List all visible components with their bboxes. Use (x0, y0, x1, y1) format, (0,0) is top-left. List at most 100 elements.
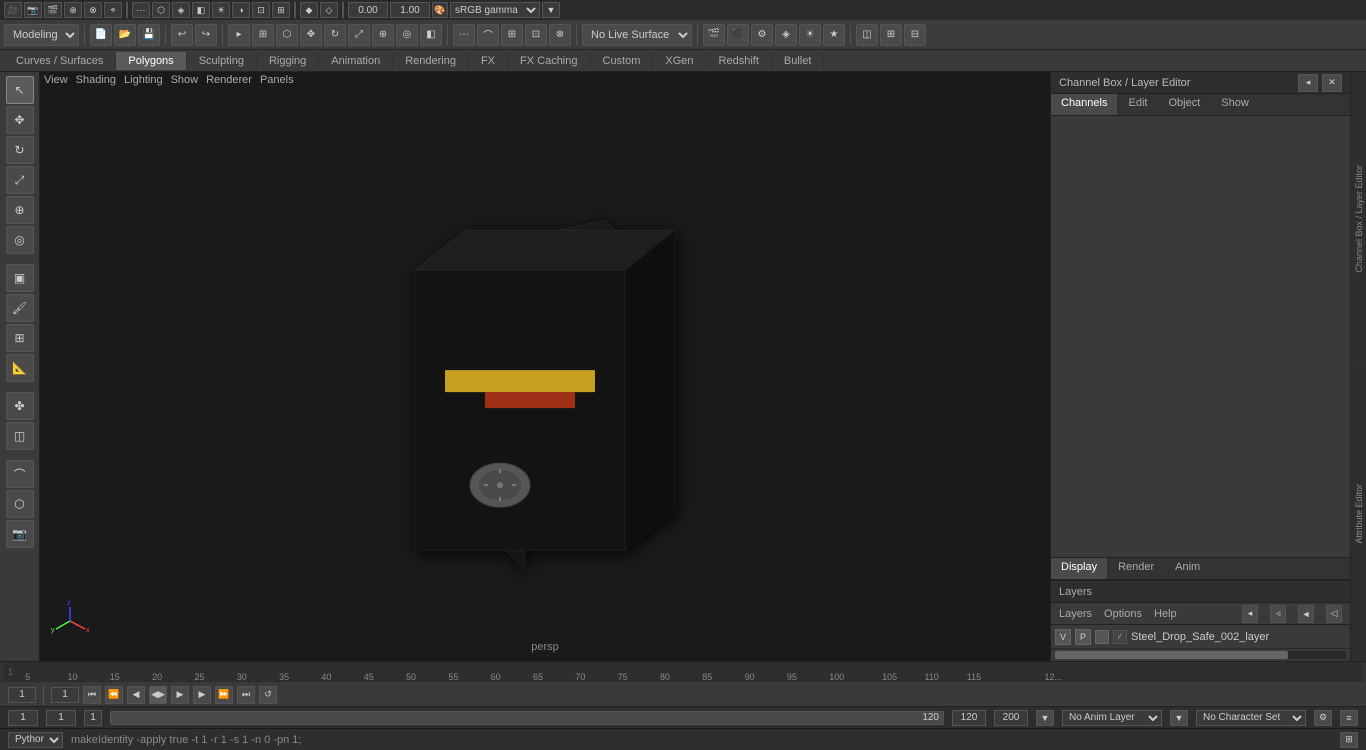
timeline-ruler[interactable]: 1 5 10 15 20 25 30 35 40 45 50 55 60 65 … (0, 662, 1366, 682)
light-editor-button[interactable]: ☀ (799, 24, 821, 46)
snap-grid-button[interactable]: ⋯ (453, 24, 475, 46)
layers-menu-layers[interactable]: Layers (1059, 608, 1092, 620)
snap-point-button[interactable]: ⊞ (501, 24, 523, 46)
play-forward-button[interactable]: ▶ (171, 686, 189, 704)
tab-rendering[interactable]: Rendering (393, 52, 469, 70)
gamma-input[interactable]: 1.00 (390, 2, 430, 18)
tab-animation[interactable]: Animation (319, 52, 393, 70)
snap-together-button[interactable]: ⊞ (6, 324, 34, 352)
tab-show[interactable]: Show (1211, 94, 1260, 115)
tab-rigging[interactable]: Rigging (257, 52, 319, 70)
tab-sculpting[interactable]: Sculpting (187, 52, 257, 70)
char-set-btn2[interactable]: ≡ (1340, 710, 1358, 726)
step-back-button[interactable]: ⏪ (105, 686, 123, 704)
char-set-expand[interactable]: ▼ (1170, 710, 1188, 726)
show-manipulator-button[interactable]: ✤ (6, 392, 34, 420)
workspace-dropdown[interactable]: Modeling (4, 24, 79, 46)
layers-menu-help[interactable]: Help (1154, 608, 1177, 620)
vp-tb-xray[interactable]: ⊡ (252, 2, 270, 18)
snap-curve-button[interactable]: ⌒ (477, 24, 499, 46)
channel-box-edge-label[interactable]: Channel Box / Layer Editor (1351, 72, 1366, 366)
attribute-editor-edge-label[interactable]: Attribute Editor (1351, 366, 1366, 661)
layer-help-btn[interactable]: ◁ (1326, 605, 1342, 623)
layout-btn3[interactable]: ⊟ (904, 24, 926, 46)
render-button[interactable]: 🎬 (703, 24, 725, 46)
vp-tb-smooth[interactable]: ◈ (172, 2, 190, 18)
open-file-button[interactable]: 📂 (114, 24, 136, 46)
layers-scrollbar[interactable] (1055, 651, 1346, 659)
layer-visible-toggle[interactable]: V (1055, 629, 1071, 645)
save-file-button[interactable]: 💾 (138, 24, 160, 46)
ipr-button[interactable]: ⬛ (727, 24, 749, 46)
rotate-tool-left-button[interactable]: ↻ (6, 136, 34, 164)
universal-tool-button[interactable]: ⊕ (372, 24, 394, 46)
char-set-dropdown[interactable]: No Character Set (1196, 710, 1306, 726)
script-editor-btn[interactable]: ⊞ (1340, 732, 1358, 748)
script-type-dropdown[interactable]: Python (8, 732, 63, 748)
tab-xgen[interactable]: XGen (653, 52, 706, 70)
vp-tb-cam1[interactable]: 🎥 (4, 2, 22, 18)
tab-fx-caching[interactable]: FX Caching (508, 52, 590, 70)
move-tool-left-button[interactable]: ✥ (6, 106, 34, 134)
snap-live-button[interactable]: ⊗ (549, 24, 571, 46)
char-set-btn1[interactable]: ⚙ (1314, 710, 1332, 726)
play-back-button[interactable]: ◀▶ (149, 686, 167, 704)
vp-tb-texture[interactable]: ◧ (192, 2, 210, 18)
paint-select-button[interactable]: ⬡ (276, 24, 298, 46)
vp-tb-shadow[interactable]: ◑ (232, 2, 250, 18)
camera-button[interactable]: 📷 (6, 520, 34, 548)
exposure-input[interactable]: 0.00 (348, 2, 388, 18)
rotate-tool-button[interactable]: ↻ (324, 24, 346, 46)
go-start-button[interactable]: ⏮ (83, 686, 101, 704)
soft-select-button[interactable]: ◎ (396, 24, 418, 46)
range-slider[interactable]: 120 (110, 711, 944, 725)
tab-custom[interactable]: Custom (591, 52, 654, 70)
universal-tool-left-button[interactable]: ⊕ (6, 196, 34, 224)
panel-btn1[interactable]: ◂ (1298, 74, 1318, 92)
tab-channels[interactable]: Channels (1051, 94, 1118, 115)
tab-curves-surfaces[interactable]: Curves / Surfaces (4, 52, 116, 70)
scale-tool-left-button[interactable]: ⤢ (6, 166, 34, 194)
layer-type-btn[interactable]: ∕ (1113, 630, 1127, 644)
tab-polygons[interactable]: Polygons (116, 52, 186, 70)
redo-button[interactable]: ↪ (195, 24, 217, 46)
loop-button[interactable]: ↺ (259, 686, 277, 704)
viewport-menu-shading[interactable]: Shading (76, 74, 116, 86)
paint-ops-button[interactable]: 🖌 (6, 294, 34, 322)
render-settings-button[interactable]: ⚙ (751, 24, 773, 46)
vp-tb-cam3[interactable]: 🎬 (44, 2, 62, 18)
measure-button[interactable]: 📐 (6, 354, 34, 382)
layer-options-btn[interactable]: ◄ (1298, 605, 1314, 623)
new-layer-btn[interactable]: ◂ (1242, 605, 1258, 623)
current-frame-input[interactable]: 1 (8, 687, 36, 703)
scale-tool-button[interactable]: ⤢ (348, 24, 370, 46)
move-tool-button[interactable]: ✥ (300, 24, 322, 46)
current-field1[interactable]: 1 (51, 687, 79, 703)
color-space-btn[interactable]: 🎨 (432, 2, 448, 18)
max-frame-input[interactable]: 200 (994, 710, 1028, 726)
vp-tb-isolate[interactable]: ⊞ (272, 2, 290, 18)
soft-select-left-button[interactable]: ◎ (6, 226, 34, 254)
layout-btn1[interactable]: ◫ (856, 24, 878, 46)
frame-input-3[interactable]: 1 (84, 710, 102, 726)
panel-btn2[interactable]: ✕ (1322, 74, 1342, 92)
viewport-3d[interactable]: View Shading Lighting Show Renderer Pane… (40, 72, 1050, 661)
go-end-button[interactable]: ⏭ (237, 686, 255, 704)
layers-menu-options[interactable]: Options (1104, 608, 1142, 620)
viewport-menu-view[interactable]: View (44, 74, 68, 86)
new-layer-btn2[interactable]: ◃ (1270, 605, 1286, 623)
component-select-button[interactable]: ▣ (6, 264, 34, 292)
end-frame-input[interactable]: 120 (952, 710, 986, 726)
show-hide-button[interactable]: ◧ (420, 24, 442, 46)
layout-btn2[interactable]: ⊞ (880, 24, 902, 46)
select-mode-button[interactable]: ▸ (228, 24, 250, 46)
vp-tb-wireframe[interactable]: ⬡ (152, 2, 170, 18)
frame-input-2[interactable]: 1 (46, 710, 76, 726)
vp-tb-pivot[interactable]: ⊗ (84, 2, 102, 18)
live-surface-dropdown[interactable]: No Live Surface (582, 24, 692, 46)
vp-tb-color1[interactable]: ◆ (300, 2, 318, 18)
tab-fx[interactable]: FX (469, 52, 508, 70)
layer-playback-toggle[interactable]: P (1075, 629, 1091, 645)
tab-object[interactable]: Object (1158, 94, 1211, 115)
tab-redshift[interactable]: Redshift (707, 52, 772, 70)
